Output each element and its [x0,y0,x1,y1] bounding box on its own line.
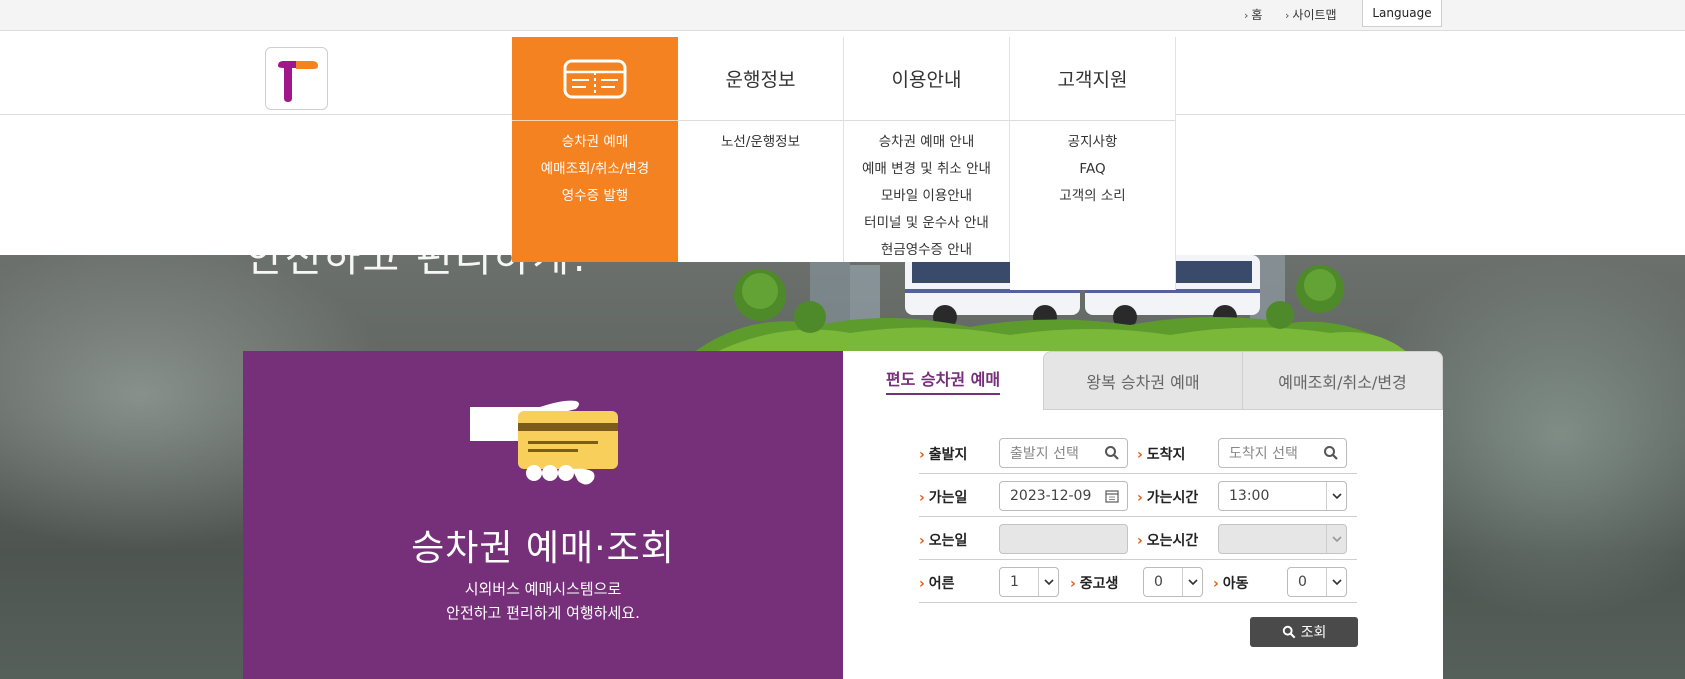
depart-label: 출발지 [919,444,968,464]
promo-description-line-2: 안전하고 편리하게 여행하세요. [446,604,640,622]
go-time-label: 가는시간 [1137,487,1199,507]
tab-divider [1043,409,1443,410]
return-datetime-row: 오는일 오는시간 [919,517,1357,560]
nav-head-customer-support[interactable]: 고객지원 [1010,37,1175,121]
chevron-down-icon [1182,568,1202,596]
tab-round-trip[interactable]: 왕복 승차권 예매 [1043,351,1243,410]
search-icon [1324,446,1338,460]
chevron-down-icon [1038,568,1058,596]
nav-item-terminal-guide[interactable]: 터미널 및 운수사 안내 [844,210,1009,237]
arrive-field[interactable]: 도착지 선택 [1218,438,1347,468]
nav-item-notice[interactable]: 공지사항 [1010,129,1175,156]
child-count-select[interactable]: 0 [1287,567,1347,597]
nav-item-change-cancel-guide[interactable]: 예매 변경 및 취소 안내 [844,156,1009,183]
chevron-down-icon [1326,568,1346,596]
nav-sub-operation-info: 노선/운행정보 [678,121,843,156]
teen-count-select[interactable]: 0 [1143,567,1203,597]
child-label: 아동 [1213,573,1249,593]
sitemap-link-label: 사이트맵 [1292,8,1337,22]
tab-lookup-cancel-change[interactable]: 예매조회/취소/변경 [1242,351,1443,410]
chevron-down-icon [1326,482,1346,510]
promo-description-line-1: 시외버스 예매시스템으로 [464,580,622,598]
logo-t-icon [278,61,318,102]
home-link-label: 홈 [1251,8,1263,22]
depart-placeholder: 출발지 선택 [1010,446,1079,462]
search-icon [1282,625,1296,639]
go-time-select[interactable]: 13:00 [1218,481,1347,511]
go-date-label: 가는일 [919,487,968,507]
nav-sub-usage-guide: 승차권 예매 안내 예매 변경 및 취소 안내 모바일 이용안내 터미널 및 운… [844,121,1009,264]
nav-head-usage-guide[interactable]: 이용안내 [844,37,1009,121]
depart-field[interactable]: 출발지 선택 [999,438,1128,468]
nav-menu-usage-guide: 이용안내 승차권 예매 안내 예매 변경 및 취소 안내 모바일 이용안내 터미… [844,37,1010,262]
ticket-promo-card: 승차권 예매·조회 시외버스 예매시스템으로 안전하고 편리하게 여행하세요. [243,351,843,679]
child-count-value: 0 [1298,574,1307,590]
adult-count-value: 1 [1010,574,1019,590]
adult-count-select[interactable]: 1 [999,567,1059,597]
route-row: 출발지 출발지 선택 도착지 도착지 선택 [919,431,1357,474]
nav-item-faq[interactable]: FAQ [1010,156,1175,183]
search-icon [1105,446,1119,460]
nav-item-book-ticket[interactable]: 승차권 예매 [512,129,678,156]
arrive-placeholder: 도착지 선택 [1229,446,1298,462]
nav-item-booking-guide[interactable]: 승차권 예매 안내 [844,129,1009,156]
nav-head-operation-info[interactable]: 운행정보 [678,37,843,121]
promo-title: 승차권 예매·조회 [411,528,675,569]
departure-datetime-row: 가는일 2023-12-09 가는시간 13:00 [919,474,1357,517]
go-time-value: 13:00 [1229,488,1270,504]
nav-item-receipt[interactable]: 영수증 발행 [512,183,678,210]
nav-item-cash-receipt-guide[interactable]: 현금영수증 안내 [844,237,1009,264]
chevron-right-icon: › [1244,9,1249,22]
return-date-label: 오는일 [919,530,968,550]
teen-count-value: 0 [1154,574,1163,590]
language-button[interactable]: Language [1362,0,1442,27]
tab-one-way-label: 편도 승차권 예매 [885,366,1001,395]
return-time-label: 오는시간 [1137,530,1199,550]
nav-item-customer-voice[interactable]: 고객의 소리 [1010,183,1175,210]
teen-label: 중고생 [1070,573,1119,593]
booking-panel: 편도 승차권 예매 왕복 승차권 예매 예매조회/취소/변경 출발지 출발지 선… [843,351,1443,679]
search-button[interactable]: 조회 [1250,617,1358,647]
promo-description: 시외버스 예매시스템으로 안전하고 편리하게 여행하세요. [243,577,843,625]
nav-head-ticketing[interactable] [512,37,678,121]
return-time-select[interactable] [1218,524,1347,554]
nav-sub-ticketing: 승차권 예매 예매조회/취소/변경 영수증 발행 [512,121,678,210]
passenger-count-row: 어른 1 중고생 0 아동 0 [919,560,1357,603]
adult-label: 어른 [919,573,955,593]
nav-menu-customer-support: 고객지원 공지사항 FAQ 고객의 소리 [1010,37,1176,290]
search-button-label: 조회 [1300,625,1327,641]
nav-item-route-info[interactable]: 노선/운행정보 [678,129,843,156]
nav-menu-operation-info: 운행정보 노선/운행정보 [678,37,844,262]
home-link[interactable]: › 홈 [1244,6,1262,23]
site-logo[interactable] [265,47,328,110]
tab-one-way[interactable]: 편도 승차권 예매 [843,351,1043,410]
calendar-icon[interactable] [1104,488,1120,504]
nav-menu-ticketing: 승차권 예매 예매조회/취소/변경 영수증 발행 [512,37,678,262]
chevron-down-icon [1326,525,1346,553]
nav-item-lookup-cancel-change[interactable]: 예매조회/취소/변경 [512,156,678,183]
chevron-right-icon: › [1285,9,1290,22]
nav-sub-customer-support: 공지사항 FAQ 고객의 소리 [1010,121,1175,210]
ticket-icon [563,59,627,98]
go-date-value: 2023-12-09 [1010,488,1092,504]
utility-bar: › 홈 › 사이트맵 Language [0,0,1685,31]
nav-item-mobile-guide[interactable]: 모바일 이용안내 [844,183,1009,210]
arrive-label: 도착지 [1137,444,1186,464]
return-date-field[interactable] [999,524,1128,554]
hand-card-icon [470,400,618,485]
sitemap-link[interactable]: › 사이트맵 [1285,6,1337,23]
go-date-field[interactable]: 2023-12-09 [999,481,1128,511]
